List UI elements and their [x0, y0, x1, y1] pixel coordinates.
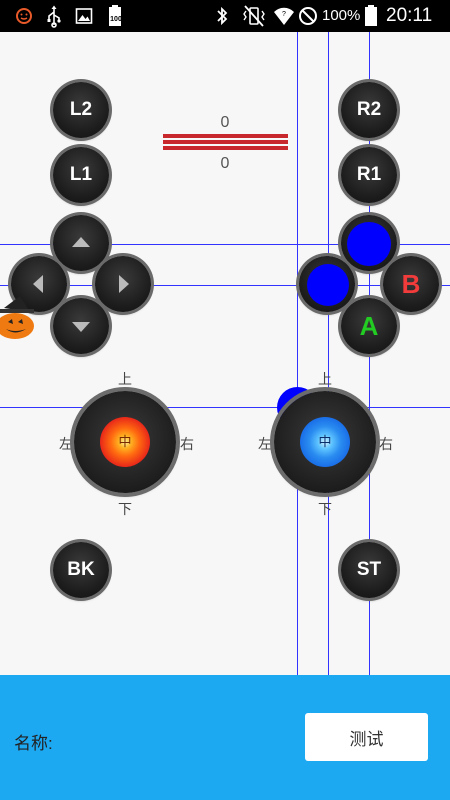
back-button[interactable]: BK [53, 542, 109, 598]
do-not-disturb-icon [297, 0, 319, 32]
right-joystick-knob[interactable]: 中 [300, 417, 350, 467]
start-button[interactable]: ST [341, 542, 397, 598]
l2-button[interactable]: L2 [53, 82, 109, 138]
test-button[interactable]: 测试 [305, 713, 428, 761]
arrow-down-icon [72, 322, 90, 332]
left-stick-down-label: 下 [118, 501, 132, 517]
name-label: 名称: [14, 734, 53, 753]
r2-button[interactable]: R2 [341, 82, 397, 138]
trigger-value-top: 0 [220, 114, 230, 131]
svg-text:?: ? [282, 11, 286, 18]
wifi-icon: ? [272, 0, 296, 32]
bottom-panel: 名称: 测试 [0, 675, 450, 800]
usb-icon [45, 0, 63, 32]
r1-button[interactable]: R1 [341, 147, 397, 203]
dpad-down-button[interactable] [53, 298, 109, 354]
touch-point [307, 264, 349, 306]
arrow-up-icon [72, 237, 90, 247]
right-stick-left-label: 左 [258, 436, 272, 452]
left-joystick[interactable]: 中 [74, 391, 176, 493]
right-stick-up-label: 上 [318, 371, 332, 387]
a-button[interactable]: A [341, 298, 397, 354]
clock: 20:11 [386, 5, 433, 26]
pumpkin-float-icon[interactable] [0, 294, 38, 340]
b-button[interactable]: B [383, 256, 439, 312]
left-joystick-knob[interactable]: 中 [100, 417, 150, 467]
dpad-right-button[interactable] [95, 256, 151, 312]
right-stick-down-label: 下 [318, 501, 332, 517]
right-joystick[interactable]: 中 [274, 391, 376, 493]
status-bar: 100 ? 100% 20:11 [0, 0, 450, 32]
emoji-icon [14, 0, 34, 32]
left-stick-up-label: 上 [118, 371, 132, 387]
l1-button[interactable]: L1 [53, 147, 109, 203]
right-stick-center-label: 中 [318, 434, 332, 449]
dpad-up-button[interactable] [53, 215, 109, 271]
bluetooth-icon [212, 0, 232, 32]
touch-guide-vertical [297, 32, 298, 675]
right-stick-right-label: 右 [379, 436, 393, 452]
left-stick-center-label: 中 [118, 434, 132, 449]
image-icon [75, 0, 93, 32]
battery-icon [364, 0, 378, 32]
trigger-value-bottom: 0 [220, 155, 230, 172]
battery-percent: 100% [322, 7, 361, 24]
arrow-left-icon [33, 275, 43, 293]
touch-guide-vertical [328, 32, 329, 675]
touch-point [347, 222, 391, 266]
left-stick-right-label: 右 [180, 436, 194, 452]
vibrate-icon [242, 0, 266, 32]
trigger-bar [163, 134, 288, 150]
left-stick-left-label: 左 [59, 436, 73, 452]
arrow-right-icon [119, 275, 129, 293]
touch-guide-horizontal [0, 407, 450, 408]
gamepad-area: L2 L1 R2 R1 0 0 B A 上 左 右 下 中 上 左 右 下 中 … [0, 32, 450, 675]
